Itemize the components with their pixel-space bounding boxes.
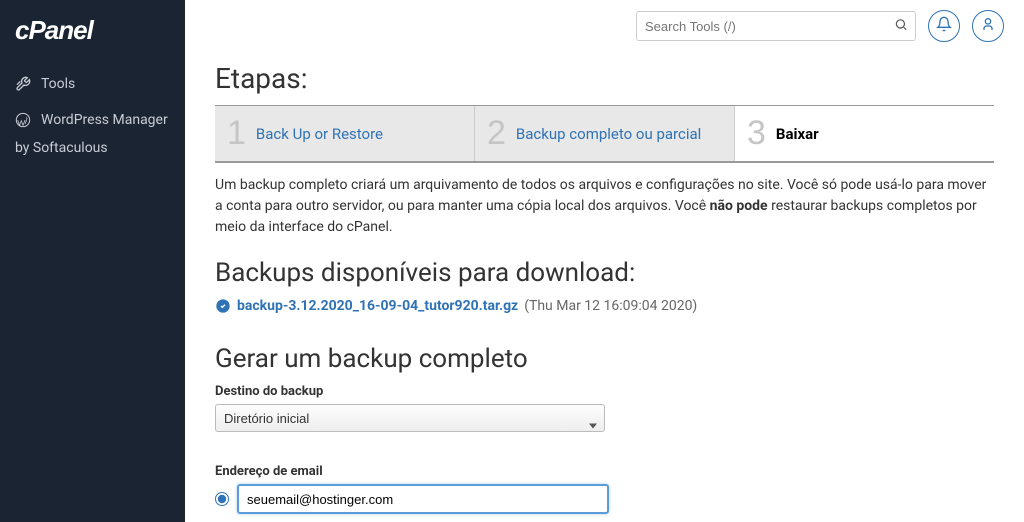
destination-select[interactable]: Diretório inicial bbox=[215, 404, 605, 432]
backup-download-link[interactable]: backup-3.12.2020_16-09-04_tutor920.tar.g… bbox=[237, 298, 518, 314]
backup-item: backup-3.12.2020_16-09-04_tutor920.tar.g… bbox=[215, 298, 994, 314]
step-number: 1 bbox=[227, 114, 246, 153]
step-label: Back Up or Restore bbox=[256, 125, 383, 143]
step-label: Baixar bbox=[776, 125, 819, 143]
description-text: Um backup completo criará um arquivament… bbox=[215, 175, 994, 238]
email-label: Endereço de email bbox=[215, 464, 994, 479]
bell-icon bbox=[936, 16, 952, 36]
wrench-icon bbox=[15, 76, 31, 92]
search-input[interactable] bbox=[636, 11, 916, 41]
sidebar-item-label: WordPress Manager bbox=[41, 112, 168, 128]
email-notify-radio[interactable] bbox=[215, 492, 229, 506]
sidebar-sublabel: by Softaculous bbox=[0, 138, 185, 166]
available-backups-title: Backups disponíveis para download: bbox=[215, 258, 994, 288]
sidebar-item-wordpress[interactable]: WordPress Manager bbox=[0, 102, 185, 138]
search-icon bbox=[894, 17, 908, 36]
destination-label: Destino do backup bbox=[215, 384, 994, 399]
logo-text: cPanel bbox=[15, 15, 93, 45]
main: Etapas: 1 Back Up or Restore 2 Backup co… bbox=[185, 0, 1024, 522]
steps-bar: 1 Back Up or Restore 2 Backup completo o… bbox=[215, 105, 994, 163]
search-box bbox=[636, 11, 916, 41]
step-number: 2 bbox=[487, 114, 506, 153]
sidebar-item-label: Tools bbox=[41, 76, 75, 92]
email-input[interactable] bbox=[237, 484, 609, 514]
wordpress-icon bbox=[15, 112, 31, 128]
step-label: Backup completo ou parcial bbox=[516, 125, 701, 143]
step-backup-restore[interactable]: 1 Back Up or Restore bbox=[215, 106, 475, 161]
backup-date: (Thu Mar 12 16:09:04 2020) bbox=[524, 298, 697, 314]
step-number: 3 bbox=[747, 114, 766, 153]
steps-title: Etapas: bbox=[215, 62, 994, 95]
content: Etapas: 1 Back Up or Restore 2 Backup co… bbox=[185, 52, 1024, 522]
sidebar: cPanel Tools WordPress Manager by Softac… bbox=[0, 0, 185, 522]
user-icon bbox=[980, 16, 996, 36]
step-full-partial[interactable]: 2 Backup completo ou parcial bbox=[475, 106, 735, 161]
step-download[interactable]: 3 Baixar bbox=[735, 106, 994, 161]
sidebar-item-tools[interactable]: Tools bbox=[0, 66, 185, 102]
logo: cPanel bbox=[0, 0, 185, 66]
notifications-button[interactable] bbox=[928, 10, 960, 42]
account-button[interactable] bbox=[972, 10, 1004, 42]
generate-backup-title: Gerar um backup completo bbox=[215, 344, 994, 374]
email-radio-row bbox=[215, 484, 994, 514]
topbar bbox=[185, 0, 1024, 52]
destination-select-wrap: Diretório inicial bbox=[215, 404, 605, 448]
check-circle-icon bbox=[215, 298, 231, 314]
